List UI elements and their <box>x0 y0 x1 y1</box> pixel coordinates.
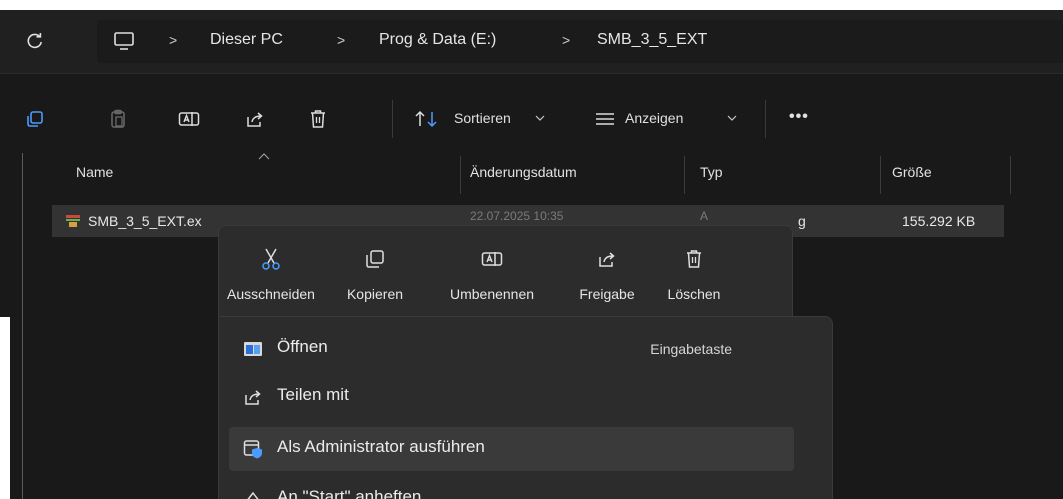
file-type: g <box>798 213 806 229</box>
column-header-type[interactable]: Typ <box>700 164 723 180</box>
command-divider <box>392 100 393 138</box>
share-label: Freigabe <box>579 286 635 302</box>
command-divider <box>765 100 766 138</box>
new-item-icon[interactable] <box>22 106 48 132</box>
cut-label: Ausschneiden <box>227 286 315 302</box>
cut-button[interactable]: Ausschneiden <box>219 226 323 318</box>
view-label: Anzeigen <box>625 110 684 126</box>
trash-icon[interactable] <box>305 106 331 132</box>
share-icon <box>597 246 617 272</box>
rename-icon[interactable] <box>176 106 202 132</box>
column-divider[interactable] <box>460 156 461 194</box>
breadcrumb-drive[interactable]: Prog & Data (E:) <box>379 31 496 49</box>
column-divider[interactable] <box>1010 156 1011 194</box>
chevron-down-icon <box>726 112 738 124</box>
sort-label: Sortieren <box>454 110 511 126</box>
view-button[interactable]: Anzeigen <box>592 106 752 132</box>
menu-item-share-with[interactable]: Teilen mit <box>229 375 794 419</box>
window-top-edge <box>0 0 1063 10</box>
menu-item-run-as-admin[interactable]: Als Administrator ausführen <box>229 427 794 471</box>
file-type-prefix: A <box>700 209 709 223</box>
view-lines-icon <box>592 109 618 129</box>
file-name[interactable]: SMB_3_5_EXT.ex <box>88 213 202 229</box>
more-options-button[interactable]: ••• <box>789 108 809 126</box>
share-icon[interactable] <box>242 106 268 132</box>
file-date: 22.07.2025 10:35 <box>470 209 564 223</box>
address-bar-row: > Dieser PC > Prog & Data (E:) > SMB_3_5… <box>0 10 1063 73</box>
breadcrumb-this-pc[interactable]: Dieser PC <box>210 31 283 49</box>
file-size: 155.292 KB <box>902 213 976 229</box>
column-header-size[interactable]: Größe <box>892 164 932 180</box>
sort-icon <box>412 108 442 130</box>
menu-item-open[interactable]: Öffnen Eingabetaste <box>229 327 794 371</box>
copy-icon <box>365 246 385 272</box>
delete-label: Löschen <box>667 286 721 302</box>
share-button[interactable]: Freigabe <box>557 226 657 318</box>
breadcrumb-separator: > <box>337 32 346 48</box>
context-menu: Öffnen Eingabetaste Teilen mit Als Admin… <box>218 316 833 499</box>
monitor-icon <box>111 29 137 53</box>
chevron-down-icon <box>534 112 546 124</box>
address-box[interactable]: > Dieser PC > Prog & Data (E:) > SMB_3_5… <box>97 20 1063 63</box>
copy-button[interactable]: Kopieren <box>323 226 427 318</box>
column-header-date[interactable]: Änderungsdatum <box>470 164 577 180</box>
menu-item-label: Als Administrator ausführen <box>277 437 485 456</box>
context-menu-quick-actions: Ausschneiden Kopieren Umbenennen Freigab… <box>218 225 793 317</box>
admin-shield-icon <box>242 439 264 459</box>
menu-item-label: An "Start" anheften <box>277 487 422 499</box>
delete-button[interactable]: Löschen <box>649 226 739 318</box>
rename-icon <box>481 246 503 272</box>
column-divider[interactable] <box>880 156 881 194</box>
breadcrumb-separator: > <box>562 32 571 48</box>
rename-label: Umbenennen <box>449 286 535 302</box>
menu-item-label: Teilen mit <box>277 385 349 404</box>
scissors-icon <box>260 246 282 272</box>
column-header-name[interactable]: Name <box>76 164 113 180</box>
breadcrumb-separator: > <box>169 32 178 48</box>
share-icon <box>242 387 264 407</box>
breadcrumb-folder[interactable]: SMB_3_5_EXT <box>597 31 707 49</box>
pin-icon <box>242 489 264 499</box>
column-divider[interactable] <box>684 156 685 194</box>
menu-item-shortcut: Eingabetaste <box>650 341 732 357</box>
left-window-edge <box>0 317 10 499</box>
menu-item-pin-to-start[interactable]: An "Start" anheften <box>229 477 794 499</box>
trash-icon <box>685 246 703 272</box>
sort-ascending-icon <box>256 150 272 162</box>
paste-icon[interactable] <box>105 106 131 132</box>
executable-file-icon <box>64 213 82 229</box>
nav-pane-divider[interactable] <box>22 153 23 499</box>
sort-button[interactable]: Sortieren <box>412 106 582 132</box>
copy-label: Kopieren <box>346 286 404 302</box>
refresh-icon[interactable] <box>22 28 48 54</box>
rename-button[interactable]: Umbenennen <box>427 226 557 318</box>
open-window-icon <box>242 339 264 359</box>
menu-item-label: Öffnen <box>277 337 328 356</box>
